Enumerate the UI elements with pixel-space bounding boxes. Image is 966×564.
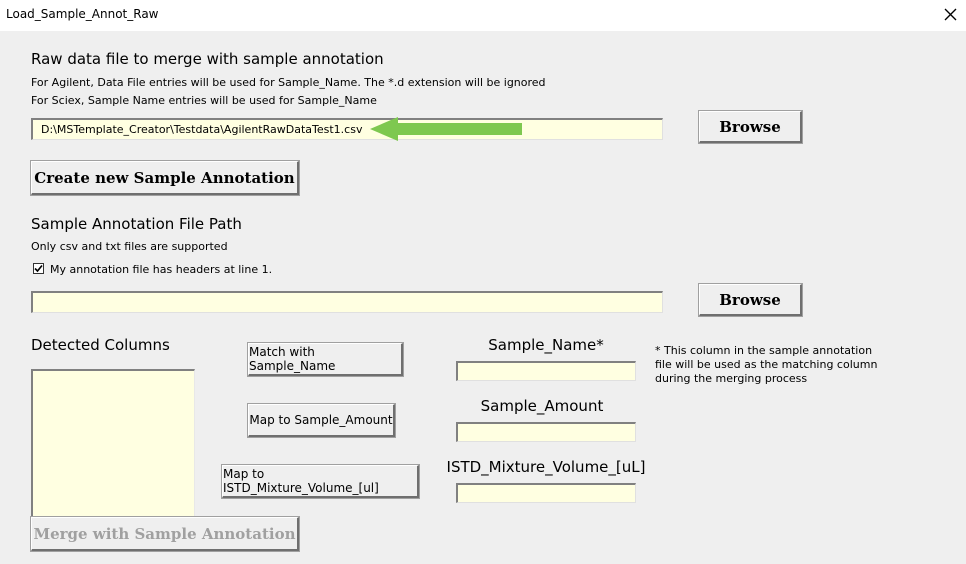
match-sample-name-button[interactable]: Match with Sample_Name <box>247 342 404 377</box>
sample-name-field[interactable] <box>456 361 636 381</box>
map-sample-amount-button[interactable]: Map to Sample_Amount <box>247 403 396 438</box>
sciex-note: For Sciex, Sample Name entries will be u… <box>31 94 377 107</box>
create-sample-annotation-button[interactable]: Create new Sample Annotation <box>30 160 300 196</box>
agilent-note: For Agilent, Data File entries will be u… <box>31 76 546 89</box>
merge-sample-annotation-button[interactable]: Merge with Sample Annotation <box>30 516 300 552</box>
browse-raw-button[interactable]: Browse <box>698 110 803 144</box>
footnote-line-2: file will be used as the matching column <box>655 358 878 371</box>
map-istd-volume-button[interactable]: Map to ISTD_Mixture_Volume_[ul] <box>221 464 420 499</box>
green-arrow-icon <box>370 117 522 141</box>
footnote-line-1: * This column in the sample annotation <box>655 344 873 357</box>
close-icon <box>944 8 957 21</box>
raw-data-path-field[interactable]: D:\MSTemplate_Creator\Testdata\AgilentRa… <box>31 118 663 140</box>
headers-checkbox-label[interactable]: My annotation file has headers at line 1… <box>50 263 272 276</box>
raw-data-heading: Raw data file to merge with sample annot… <box>31 50 384 68</box>
window-title: Load_Sample_Annot_Raw <box>6 7 159 21</box>
headers-checkbox[interactable] <box>33 263 44 274</box>
matching-column-footnote: * This column in the sample annotation f… <box>655 344 877 386</box>
sample-amount-field[interactable] <box>456 422 636 442</box>
istd-volume-field[interactable] <box>456 483 636 503</box>
annotation-format-note: Only csv and txt files are supported <box>31 240 228 253</box>
browse-annotation-button[interactable]: Browse <box>698 283 803 317</box>
detected-columns-list[interactable] <box>31 369 195 530</box>
raw-data-path-value: D:\MSTemplate_Creator\Testdata\AgilentRa… <box>41 123 363 136</box>
annotation-path-heading: Sample Annotation File Path <box>31 215 242 233</box>
footnote-line-3: during the merging process <box>655 372 808 385</box>
title-bar: Load_Sample_Annot_Raw <box>0 0 966 31</box>
istd-volume-label: ISTD_Mixture_Volume_[uL] <box>446 458 646 476</box>
checkmark-icon <box>34 264 43 273</box>
annotation-path-field[interactable] <box>31 291 663 313</box>
dialog-client-area: Raw data file to merge with sample annot… <box>0 31 966 564</box>
sample-amount-label: Sample_Amount <box>480 397 604 415</box>
detected-columns-heading: Detected Columns <box>31 336 170 354</box>
close-button[interactable] <box>936 0 966 30</box>
sample-name-label: Sample_Name* <box>488 336 604 354</box>
